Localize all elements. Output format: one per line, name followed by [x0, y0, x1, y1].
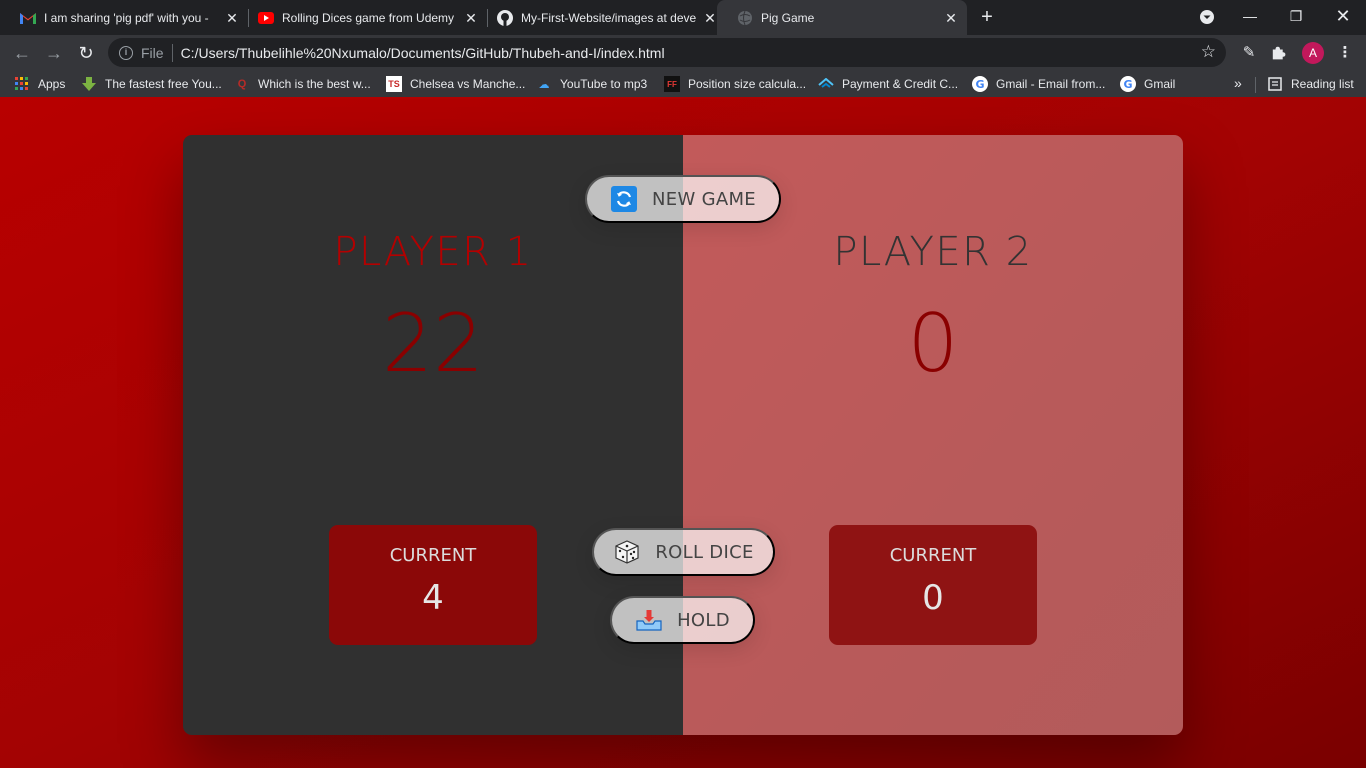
player-1-panel: Player 1 22 Current 4	[183, 135, 683, 735]
new-tab-plus-icon[interactable]: +	[977, 7, 997, 27]
current-label: Current	[889, 545, 977, 566]
tab-pig-game[interactable]: Pig Game ✕	[717, 0, 967, 35]
bookmark-position-size[interactable]: FF Position size calcula...	[664, 75, 806, 93]
url-text[interactable]: C:/Users/Thubelihle%20Nxumalo/Documents/…	[181, 45, 665, 61]
close-icon[interactable]: ✕	[702, 10, 718, 26]
ts-icon: TS	[386, 76, 402, 92]
bookmark-label: Payment & Credit C...	[842, 77, 959, 91]
bookmark-fastest-free[interactable]: The fastest free You...	[81, 75, 222, 93]
new-game-button[interactable]: NEW GAME	[585, 175, 781, 223]
restore-icon[interactable]: ❐	[1273, 0, 1319, 32]
bookmark-label: Apps	[38, 77, 66, 91]
player-2-name: Player 2	[833, 229, 1033, 275]
player-1-score: 22	[382, 297, 484, 390]
close-window-icon[interactable]: ✕	[1320, 0, 1366, 32]
reload-icon[interactable]: ↻	[74, 41, 98, 65]
player-1-name: Player 1	[333, 229, 533, 275]
minimize-icon[interactable]: —	[1227, 0, 1273, 32]
bookmark-quora[interactable]: Q Which is the best w...	[234, 75, 371, 93]
hold-label: HOLD	[677, 609, 730, 631]
tab-title: Rolling Dices game from Udemy	[282, 10, 455, 25]
bookmark-label: YouTube to mp3	[560, 77, 648, 91]
current-label: Current	[389, 545, 477, 566]
chevron-more-icon[interactable]: »	[1234, 75, 1242, 91]
tab-strip: I am sharing 'pig pdf' with you - ✕ Roll…	[0, 0, 1366, 35]
bookmark-label: Gmail - Email from...	[996, 77, 1106, 91]
download-arrow-icon	[81, 76, 97, 92]
player-2-panel: Player 2 0 Current 0	[683, 135, 1183, 735]
roll-dice-button[interactable]: ROLL DICE	[592, 528, 775, 576]
ff-icon: FF	[664, 76, 680, 92]
svg-text:G: G	[975, 78, 984, 91]
bookmark-label: The fastest free You...	[105, 77, 222, 91]
github-icon	[497, 9, 513, 26]
reading-list[interactable]: Reading list	[1267, 75, 1354, 93]
dice-icon	[613, 538, 641, 566]
address-bar[interactable]: i File C:/Users/Thubelihle%20Nxumalo/Doc…	[108, 38, 1226, 67]
google-icon: G	[972, 76, 988, 92]
bookmark-gmail-email[interactable]: G Gmail - Email from...	[972, 75, 1105, 93]
page-viewport: Player 1 22 Current 4 Player 2 0 Current…	[0, 97, 1366, 768]
quora-icon: Q	[237, 78, 247, 90]
tab-youtube[interactable]: Rolling Dices game from Udemy ✕	[238, 0, 487, 35]
bookmarks-divider	[1255, 77, 1256, 93]
bookmark-chelsea[interactable]: TS Chelsea vs Manche...	[386, 75, 525, 93]
refresh-icon	[610, 185, 638, 213]
bookmark-label: Position size calcula...	[688, 77, 807, 91]
url-scheme: File	[141, 44, 164, 61]
bookmark-payment[interactable]: Payment & Credit C...	[818, 75, 958, 93]
tab-title: My-First-Website/images at deve	[521, 10, 697, 25]
reading-list-icon	[1267, 76, 1283, 92]
hold-button[interactable]: HOLD	[610, 596, 755, 644]
player-2-current-score: 0	[922, 578, 944, 618]
gmail-icon	[20, 10, 36, 26]
bookmarks-bar: Apps The fastest free You... Q Which is …	[0, 71, 1366, 97]
new-game-label: NEW GAME	[652, 188, 756, 210]
omnibox-divider	[171, 43, 173, 62]
tab-github[interactable]: My-First-Website/images at deve ✕	[477, 0, 726, 35]
google-icon: G	[1120, 76, 1136, 92]
back-arrow-icon[interactable]: ←	[10, 41, 34, 65]
tab-gmail[interactable]: I am sharing 'pig pdf' with you - ✕	[0, 0, 248, 35]
reading-list-label: Reading list	[1291, 77, 1354, 91]
payment-icon	[818, 76, 834, 92]
pen-extension-icon[interactable]: ✎	[1238, 42, 1260, 64]
forward-arrow-icon[interactable]: →	[42, 41, 66, 65]
profile-avatar[interactable]: A	[1302, 42, 1324, 64]
inbox-tray-icon	[635, 606, 663, 634]
tab-search-icon[interactable]	[1184, 0, 1230, 32]
player-2-current-box: Current 0	[829, 525, 1037, 645]
svg-text:G: G	[1123, 78, 1132, 91]
bookmark-apps[interactable]: Apps	[14, 75, 65, 93]
bookmark-youtube-mp3[interactable]: ☁ YouTube to mp3	[536, 75, 648, 93]
cloud-download-icon: ☁	[538, 78, 550, 91]
bookmark-gmail[interactable]: G Gmail	[1120, 75, 1175, 93]
tab-title: I am sharing 'pig pdf' with you -	[44, 10, 209, 25]
youtube-icon	[258, 10, 274, 26]
bookmark-star-icon[interactable]: ☆	[1201, 42, 1216, 62]
bookmark-label: Chelsea vs Manche...	[410, 77, 526, 91]
browser-toolbar: ← → ↻ i File C:/Users/Thubelihle%20Nxuma…	[0, 35, 1366, 71]
info-icon[interactable]: i	[119, 45, 133, 60]
player-1-current-box: Current 4	[329, 525, 537, 645]
player-2-score: 0	[907, 297, 959, 390]
extensions-puzzle-icon[interactable]	[1268, 42, 1290, 64]
close-icon[interactable]: ✕	[943, 10, 959, 26]
apps-grid-icon	[14, 76, 30, 92]
roll-dice-label: ROLL DICE	[655, 541, 754, 563]
globe-icon	[737, 10, 753, 26]
game-board: Player 1 22 Current 4 Player 2 0 Current…	[183, 135, 1183, 735]
player-1-current-score: 4	[422, 578, 444, 618]
menu-kebab-icon[interactable]: ⋮	[1334, 42, 1356, 64]
bookmark-label: Gmail	[1144, 77, 1176, 91]
bookmark-label: Which is the best w...	[258, 77, 371, 91]
tab-title: Pig Game	[761, 10, 815, 25]
